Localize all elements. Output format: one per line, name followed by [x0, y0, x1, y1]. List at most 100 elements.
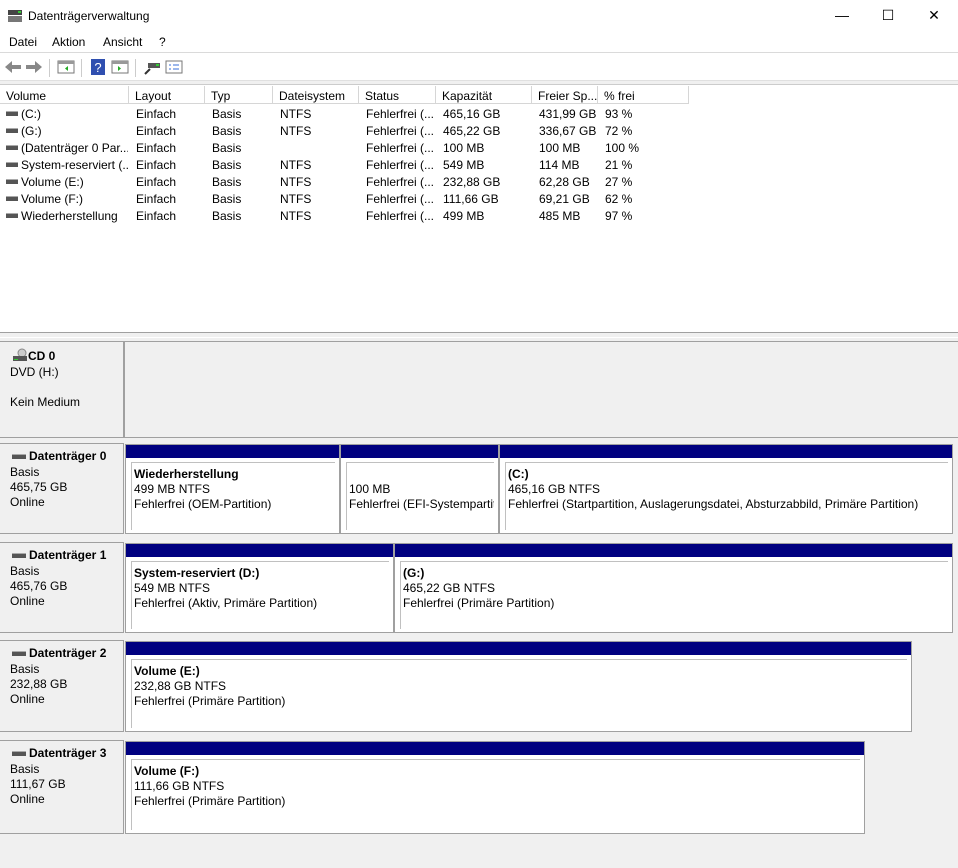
table-cell: Basis	[212, 124, 242, 138]
partition-bar	[341, 445, 498, 458]
table-cell: 114 MB	[539, 158, 580, 172]
table-cell: Fehlerfrei (...	[366, 158, 435, 172]
table-cell: 232,88 GB	[443, 175, 501, 189]
column-header[interactable]: % frei	[598, 86, 689, 104]
disk-status: Online	[10, 692, 45, 706]
table-cell: 111,66 GB	[443, 192, 499, 206]
table-cell: Fehlerfrei (...	[366, 141, 435, 155]
pane-splitter[interactable]	[0, 332, 958, 338]
column-header[interactable]: Layout	[129, 86, 205, 104]
table-row[interactable]: (Datenträger 0 Par... Einfach Basis Fehlerf…	[0, 139, 958, 156]
partition-size: 499 MB NTFS	[134, 482, 211, 496]
table-row[interactable]: Volume (E:) Einfach Basis NTFS Fehlerfrei (.…	[0, 173, 958, 190]
console-tree-icon[interactable]	[57, 58, 75, 76]
partition-status: Fehlerfrei (Primäre Partition)	[134, 694, 286, 708]
partition-bar	[500, 445, 952, 458]
disk-size: 465,75 GB	[10, 480, 68, 494]
column-header[interactable]: Status	[359, 86, 436, 104]
menu-aktion[interactable]: Aktion	[52, 35, 85, 49]
cd-drive-icon	[13, 348, 27, 361]
partition-status: Fehlerfrei (Primäre Partition)	[134, 794, 286, 808]
menu-bar: Datei Aktion Ansicht ?	[0, 32, 958, 53]
partition-block[interactable]: (C:) 465,16 GB NTFS Fehlerfrei (Startpar…	[499, 444, 953, 534]
partition-block[interactable]: Volume (F:) 111,66 GB NTFS Fehlerfrei (P…	[125, 741, 865, 834]
hard-disk-icon	[12, 454, 26, 460]
help-icon[interactable]: ?	[89, 58, 107, 76]
disk-0-label[interactable]: Datenträger 0 Basis 465,75 GB Online	[0, 443, 124, 534]
table-cell: Einfach	[136, 158, 177, 172]
table-cell: (G:)	[21, 124, 42, 138]
disk-name: Datenträger 3	[29, 746, 107, 760]
partition-status: Fehlerfrei (EFI-Systempartition)	[349, 497, 494, 511]
hard-disk-icon	[12, 553, 26, 559]
table-cell: NTFS	[280, 107, 312, 121]
back-icon[interactable]	[4, 58, 22, 76]
menu-ansicht[interactable]: Ansicht	[103, 35, 142, 49]
disk-2-label[interactable]: Datenträger 2 Basis 232,88 GB Online	[0, 640, 124, 732]
partition-status: Fehlerfrei (OEM-Partition)	[134, 497, 272, 511]
column-header[interactable]: Freier Sp...	[532, 86, 598, 104]
disk-size: 465,76 GB	[10, 579, 68, 593]
table-cell: (C:)	[21, 107, 41, 121]
cd-0-label[interactable]: CD 0 DVD (H:) Kein Medium	[0, 341, 124, 438]
column-header[interactable]: Kapazität	[436, 86, 532, 104]
partition-bar	[126, 642, 911, 655]
partition-title: Wiederherstellung	[134, 467, 239, 481]
disk-name: Datenträger 1	[29, 548, 107, 562]
volume-icon	[6, 128, 18, 133]
partition-block[interactable]: Volume (E:) 232,88 GB NTFS Fehlerfrei (P…	[125, 641, 912, 732]
partition-block[interactable]: Wiederherstellung 499 MB NTFS Fehlerfrei…	[125, 444, 340, 534]
disk-type: Basis	[10, 564, 40, 578]
action-pane-icon[interactable]	[111, 58, 129, 76]
minimize-button[interactable]: —	[819, 0, 865, 32]
toolbar-separator	[49, 59, 50, 77]
disk-3-label[interactable]: Datenträger 3 Basis 111,67 GB Online	[0, 740, 124, 834]
partition-block[interactable]: (G:) 465,22 GB NTFS Fehlerfrei (Primäre …	[394, 543, 953, 633]
toolbar: ?	[0, 53, 958, 81]
table-row[interactable]: System-reserviert (... Einfach Basis NTFS Fe…	[0, 156, 958, 173]
close-button[interactable]: ✕	[911, 0, 957, 32]
table-cell: 69,21 GB	[539, 192, 590, 206]
menu-help[interactable]: ?	[159, 35, 166, 49]
table-row[interactable]: (G:) Einfach Basis NTFS Fehlerfrei (... 465,2…	[0, 122, 958, 139]
table-row[interactable]: Wiederherstellung Einfach Basis NTFS Fehlerf…	[0, 207, 958, 224]
table-cell: Einfach	[136, 175, 177, 189]
table-cell: Wiederherstellung	[21, 209, 118, 223]
connect-icon[interactable]	[143, 58, 161, 76]
table-cell: 27 %	[605, 175, 633, 189]
table-cell: Basis	[212, 192, 242, 206]
menu-datei[interactable]: Datei	[9, 35, 37, 49]
table-cell: 100 MB	[443, 141, 485, 155]
svg-text:?: ?	[94, 60, 101, 75]
table-cell: 336,67 GB	[539, 124, 597, 138]
partition-status: Fehlerfrei (Aktiv, Primäre Partition)	[134, 596, 318, 610]
table-row[interactable]: (C:) Einfach Basis NTFS Fehlerfrei (... 465,1…	[0, 105, 958, 122]
table-cell: Einfach	[136, 141, 177, 155]
partition-status: Fehlerfrei (Startpartition, Auslagerungs…	[508, 497, 919, 511]
partition-title: Volume (F:)	[134, 764, 200, 778]
forward-icon[interactable]	[25, 58, 43, 76]
partition-size: 549 MB NTFS	[134, 581, 211, 595]
column-header[interactable]: Typ	[205, 86, 273, 104]
column-header[interactable]: Volume	[0, 86, 129, 104]
column-header[interactable]: Dateisystem	[273, 86, 359, 104]
partition-block[interactable]: 100 MB Fehlerfrei (EFI-Systempartition)	[340, 444, 499, 534]
disk-status: Online	[10, 594, 45, 608]
volume-icon	[6, 179, 18, 184]
volume-icon	[6, 196, 18, 201]
disk-status: Online	[10, 495, 45, 509]
disk-1-label[interactable]: Datenträger 1 Basis 465,76 GB Online	[0, 542, 124, 633]
table-cell: Einfach	[136, 124, 177, 138]
table-cell: 465,22 GB	[443, 124, 501, 138]
partition-title: Volume (E:)	[134, 664, 200, 678]
table-cell: 62 %	[605, 192, 633, 206]
disk-type: Basis	[10, 762, 40, 776]
maximize-button[interactable]: ☐	[865, 0, 911, 32]
table-row[interactable]: Volume (F:) Einfach Basis NTFS Fehlerfrei (.…	[0, 190, 958, 207]
partition-block[interactable]: System-reserviert (D:) 549 MB NTFS Fehle…	[125, 543, 394, 633]
table-cell: Basis	[212, 209, 242, 223]
disk-type: Basis	[10, 662, 40, 676]
properties-icon[interactable]	[165, 58, 183, 76]
disk-size: 111,67 GB	[10, 777, 66, 791]
table-cell: Fehlerfrei (...	[366, 192, 435, 206]
